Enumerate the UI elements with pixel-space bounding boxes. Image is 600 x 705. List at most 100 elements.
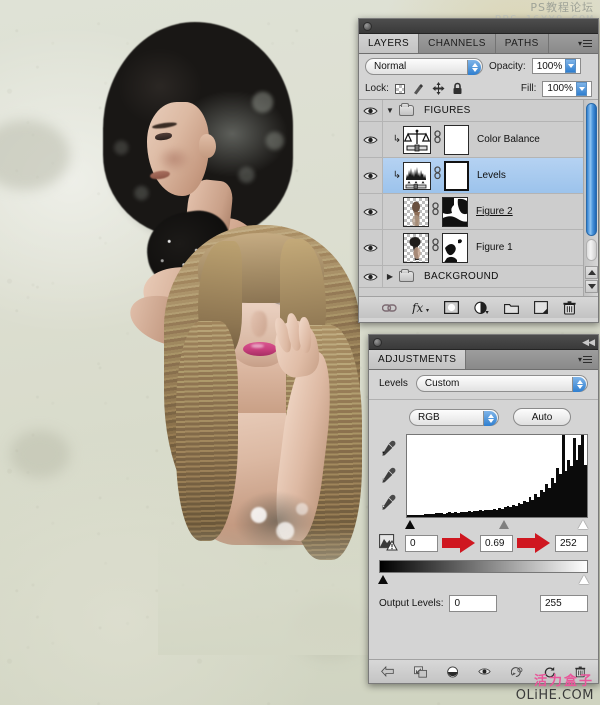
panel-menu-icon[interactable]: ▾ [578,355,592,364]
input-white-field[interactable]: 252 [555,534,588,552]
blend-mode-stepper-icon[interactable] [467,59,481,75]
layer-mask-thumbnail[interactable] [444,124,469,155]
toggle-layer-visibility-icon[interactable] [478,666,491,677]
black-point-marker[interactable] [404,520,415,529]
opacity-slider-caret-icon[interactable] [565,59,577,73]
layer-thumbnail-figure-1[interactable] [403,232,429,263]
auto-button[interactable]: Auto [513,408,571,426]
output-black-field[interactable]: 0 [449,595,498,612]
layer-visibility-toggle[interactable] [359,100,383,121]
panel-menu-icon[interactable]: ▾ [578,39,592,48]
new-group-icon[interactable] [503,302,519,314]
adjustments-panel-titlebar[interactable]: ◀◀ [369,335,598,350]
adjustment-thumbnail-color-balance[interactable] [403,125,431,154]
lock-transparency-icon[interactable] [394,83,405,94]
disclosure-triangle-down-icon[interactable]: ▼ [383,106,397,115]
input-level-markers[interactable] [404,519,588,531]
new-layer-icon[interactable] [533,301,548,314]
set-white-point-eyedropper[interactable] [379,494,397,510]
layers-panel[interactable]: LAYERS CHANNELS PATHS ▾ Normal Opacity: … [358,18,599,323]
layer-mask-thumbnail[interactable] [442,232,468,263]
blend-mode-select[interactable]: Normal [365,57,483,75]
layer-style-fx-icon[interactable]: fx [412,301,429,314]
tab-adjustments[interactable]: ADJUSTMENTS [369,350,467,369]
levels-histogram[interactable] [406,434,588,518]
layers-panel-titlebar[interactable] [359,19,598,34]
layer-row-levels[interactable]: ↳ Levels [359,158,598,194]
layers-panel-tabstrip[interactable]: LAYERS CHANNELS PATHS ▾ [359,34,598,54]
layer-row-figures[interactable]: ▼ FIGURES [359,100,598,122]
layer-visibility-toggle[interactable] [359,230,383,265]
add-layer-mask-icon[interactable] [443,301,459,314]
tab-channels[interactable]: CHANNELS [419,34,496,53]
delete-adjustment-icon[interactable] [575,665,586,679]
white-point-marker[interactable] [577,520,588,529]
channel-stepper-icon[interactable] [483,410,497,426]
disclosure-triangle-right-icon[interactable]: ▶ [383,272,397,281]
new-adjustment-layer-icon[interactable] [473,301,489,315]
opacity-field[interactable]: 100% [531,58,582,74]
link-mask-icon[interactable] [431,130,444,149]
histogram-icon [405,166,427,189]
adjustments-panel-tabstrip[interactable]: ADJUSTMENTS ▾ [369,350,598,370]
lock-image-icon[interactable] [412,83,425,95]
layer-list[interactable]: ▼ FIGURES ↳ Color Balance ↳ Levels Figur… [359,100,598,296]
layers-panel-footer[interactable]: fx [359,296,598,318]
fill-field[interactable]: 100% [542,80,592,97]
eye-icon [363,244,378,251]
layer-row-figure-2[interactable]: Figure 2 [359,194,598,230]
input-black-field[interactable]: 0 [405,534,438,552]
layer-visibility-toggle[interactable] [359,194,383,229]
layer-mask-thumbnail-active[interactable] [444,160,469,191]
delete-layer-icon[interactable] [562,300,576,315]
view-previous-state-icon[interactable] [511,665,524,679]
adjustments-panel-footer[interactable] [369,659,598,683]
layer-row-color-balance[interactable]: ↳ Color Balance [359,122,598,158]
panel-close-dot-icon[interactable] [363,21,372,31]
fill-slider-caret-icon[interactable] [576,81,587,96]
layer-name-figure-2[interactable]: Figure 2 [476,206,513,217]
gray-point-marker[interactable] [499,520,510,529]
lock-position-icon[interactable] [432,82,445,95]
preset-select[interactable]: Custom [415,375,588,392]
link-mask-icon[interactable] [429,238,442,257]
layer-list-scrollbar[interactable] [583,100,598,296]
clip-to-layer-icon[interactable] [447,665,459,679]
tab-layers[interactable]: LAYERS [359,34,420,53]
link-mask-icon[interactable] [429,202,442,221]
layer-mask-thumbnail[interactable] [442,196,468,227]
layer-row-background[interactable]: ▶ BACKGROUND [359,266,598,288]
scroll-up-arrow[interactable] [585,266,598,279]
output-level-markers[interactable] [378,574,589,586]
link-mask-icon[interactable] [431,166,444,185]
scrollbar-thumb[interactable] [586,103,597,236]
link-layers-icon[interactable] [381,302,397,314]
clipping-warning-icon[interactable] [379,534,401,552]
input-gamma-field[interactable]: 0.69 [480,534,513,552]
return-to-adjustment-list-icon[interactable] [381,665,394,678]
output-white-field[interactable]: 255 [540,595,588,612]
scrollbar-page-area[interactable] [586,239,597,261]
lock-icon-group[interactable] [394,82,463,95]
layer-visibility-toggle[interactable] [359,266,383,287]
panel-close-dot-icon[interactable] [373,337,382,347]
tab-paths[interactable]: PATHS [495,34,549,53]
scroll-down-arrow[interactable] [585,280,598,293]
lock-all-icon[interactable] [452,82,463,95]
layer-thumbnail-figure-2[interactable] [403,196,429,227]
expand-view-icon[interactable] [414,665,427,679]
channel-select[interactable]: RGB [409,408,499,426]
set-black-point-eyedropper[interactable] [379,440,397,456]
layer-visibility-toggle[interactable] [359,158,383,193]
set-gray-point-eyedropper[interactable] [379,467,397,483]
eyedropper-group[interactable] [379,434,399,510]
adjustments-panel[interactable]: ◀◀ ADJUSTMENTS ▾ Levels Custom RGB Auto … [368,334,599,684]
layer-visibility-toggle[interactable] [359,122,383,157]
adjustment-thumbnail-levels[interactable] [403,161,431,190]
reset-adjustment-icon[interactable] [544,665,555,679]
output-black-marker[interactable] [378,575,389,584]
layer-row-figure-1[interactable]: Figure 1 [359,230,598,266]
collapse-to-icons-icon[interactable]: ◀◀ [582,337,595,348]
output-white-marker[interactable] [578,575,589,584]
preset-stepper-icon[interactable] [572,377,586,392]
